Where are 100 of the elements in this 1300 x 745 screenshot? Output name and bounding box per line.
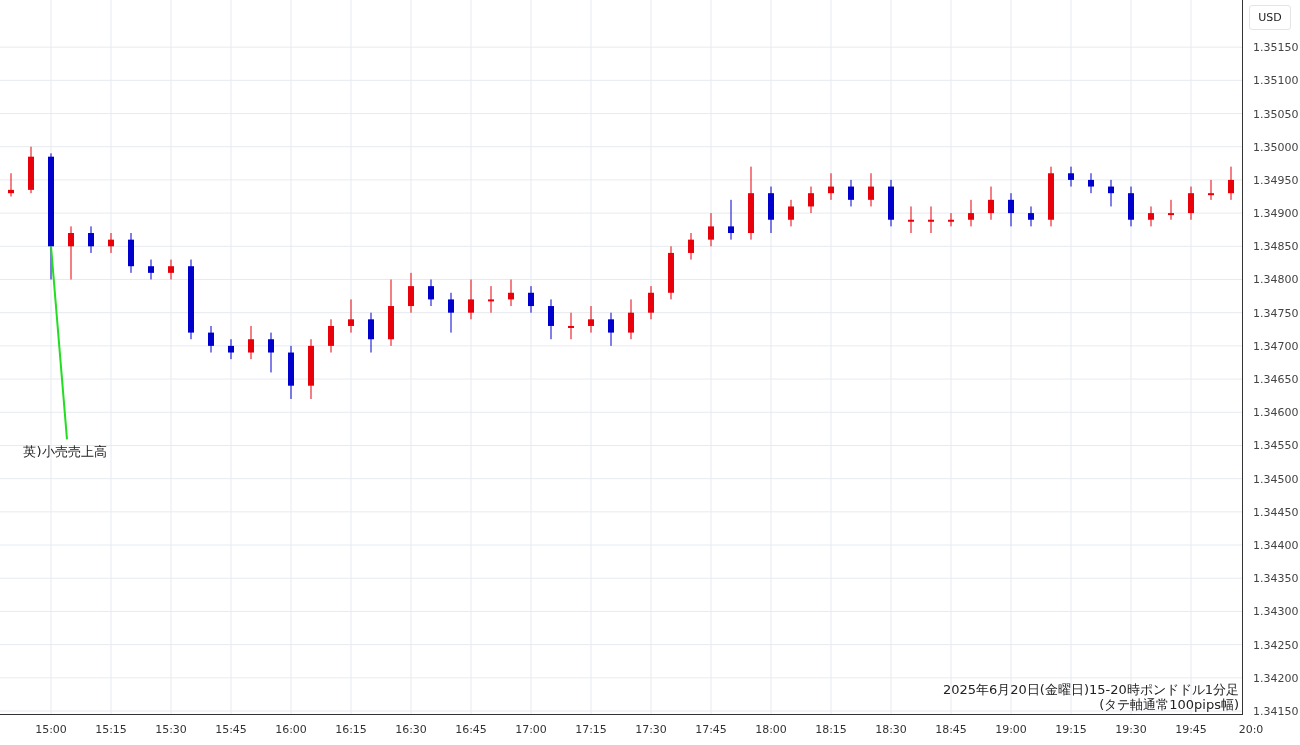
price-label: 1.34500 [1253,472,1299,486]
time-label: 19:00 [995,723,1027,736]
price-label: 1.34700 [1253,339,1299,353]
event-label: 英)小売売上高 [23,443,107,462]
time-label: 16:45 [455,723,487,736]
candle [1168,199,1174,221]
candle [208,325,214,353]
time-label: 16:30 [395,723,427,736]
price-label: 1.34200 [1253,671,1299,685]
time-label: 15:15 [95,723,127,736]
price-label: 1.34900 [1253,206,1299,220]
candle [308,338,314,400]
candle [668,245,674,300]
time-label: 18:15 [815,723,847,736]
chart-caption: 2025年6月20日(金曜日)15-20時ポンドドル1分足 [942,682,1239,697]
candle [428,279,434,307]
candle [948,212,954,227]
price-label: 1.35050 [1253,107,1299,120]
candle [348,298,354,334]
price-label: 1.34950 [1253,173,1299,187]
time-label: 18:00 [755,723,787,736]
price-label: 1.34650 [1253,372,1299,386]
price-label: 1.34150 [1253,704,1299,718]
candle [1068,166,1074,188]
candle [508,279,514,307]
candle [488,285,494,314]
time-label: 15:45 [215,723,247,736]
candle [808,186,814,214]
candle [1008,192,1014,227]
candle [228,338,234,360]
price-label: 1.34800 [1253,273,1299,286]
time-label: 16:15 [335,723,367,736]
candle [68,225,74,280]
candle [1088,172,1094,194]
candle [1028,205,1034,227]
candle [828,172,834,201]
candle [728,199,734,241]
candle [528,285,534,314]
candle [28,146,34,194]
price-label: 1.34300 [1253,604,1299,618]
time-label: 19:45 [1175,723,1207,736]
time-label: 17:45 [695,723,727,736]
candle [648,285,654,320]
price-label: 1.34850 [1253,239,1299,253]
candle [1048,166,1054,227]
candle [448,292,454,334]
candle [868,172,874,207]
time-label: 17:00 [515,723,547,736]
candle [1188,186,1194,221]
candle [608,312,614,347]
price-label: 1.35100 [1253,73,1299,87]
candle [288,345,294,400]
time-label: 15:30 [155,723,187,736]
price-label: 1.34600 [1253,405,1299,419]
price-label: 1.34550 [1253,438,1299,452]
time-label: 19:30 [1115,723,1147,736]
candle [248,325,254,360]
candle [788,199,794,227]
candle [1228,166,1234,201]
candle [128,232,134,274]
time-label: 16:00 [275,723,307,736]
price-label: 1.34750 [1253,306,1299,320]
price-label: 1.35150 [1253,40,1299,54]
candle [88,225,94,254]
candle [468,279,474,320]
candle [148,259,154,280]
price-label: 1.35000 [1253,140,1299,154]
time-label: 19:15 [1055,723,1087,736]
candle [1108,179,1114,207]
candle [1148,205,1154,227]
candle [988,186,994,221]
price-label: 1.34400 [1253,538,1299,552]
candle [968,199,974,227]
candle [588,305,594,334]
candle [268,332,274,373]
candle [8,172,14,197]
candle [848,179,854,207]
candle [108,232,114,254]
candle [888,179,894,227]
candle [548,298,554,340]
candle [388,279,394,347]
candle [908,205,914,234]
time-label: 18:45 [935,723,967,736]
candle [168,259,174,280]
candle [688,232,694,261]
chart-caption: (タテ軸通常100pips幅) [1099,697,1239,712]
currency-button[interactable]: USD [1249,5,1291,30]
time-label: 17:30 [635,723,667,736]
candle [568,312,574,340]
time-label: 17:15 [575,723,607,736]
candle [1208,179,1214,201]
time-label: 18:30 [875,723,907,736]
time-label: 20:0 [1238,723,1264,736]
price-label: 1.34450 [1253,505,1299,519]
candle [708,212,714,247]
candle [768,186,774,234]
candle [368,312,374,353]
candle [408,272,414,314]
candle [1128,186,1134,227]
price-label: 1.34250 [1253,638,1299,652]
